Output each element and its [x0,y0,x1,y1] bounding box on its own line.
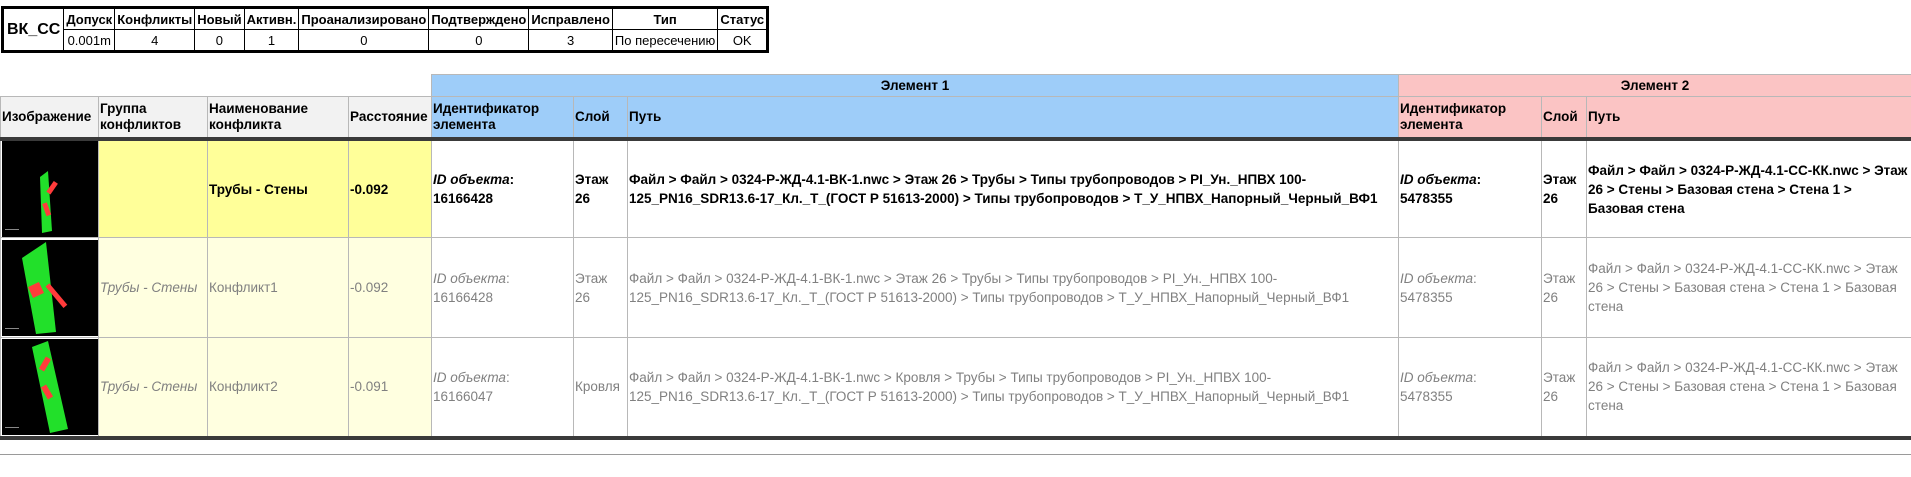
clash-name: Конфликт2 [207,337,349,440]
summary-status: OK [717,29,769,52]
e2-id-cell: ID объекта: 5478355 [1398,337,1543,440]
clash-group: Трубы - Стены [98,337,208,440]
table-row[interactable]: Трубы - Стены Конфликт1 -0.092 ID объект… [0,237,1911,338]
e1-id: 16166428 [433,289,494,305]
e1-id: 16166047 [433,388,494,404]
header-e1-id: Идентификатор элемента [431,96,574,141]
summary-header-resolved: Исправлено [528,7,613,30]
id-label: ID объекта [433,172,510,187]
header-clash-name: Наименование конфликта [207,96,349,141]
e2-layer: Этаж 26 [1541,138,1588,238]
summary-clashes: 4 [114,29,196,52]
summary-tolerance: 0.001m [63,29,116,52]
summary-header-reviewed: Проанализировано [298,7,430,30]
e1-layer: Этаж 26 [573,237,628,338]
e1-path: Файл > Файл > 0324-Р-ЖД-4.1-ВК-1.nwc > Э… [626,237,1400,338]
clash-render-icon [5,171,58,233]
e1-id: 16166428 [433,191,494,206]
summary-reviewed: 0 [298,29,430,52]
table-row[interactable]: Трубы - Стены Конфликт2 -0.091 ID объект… [0,337,1911,440]
clash-image-cell [0,337,99,440]
clash-group: Трубы - Стены [98,237,208,338]
e1-id-cell: ID объекта: 16166047 [431,337,574,440]
clash-name: Конфликт1 [207,237,349,338]
id-label: ID объекта [1400,369,1473,385]
header-e1-path: Путь [626,96,1400,141]
e2-path: Файл > Файл > 0324-Р-ЖД-4.1-СС-КК.nwc > … [1586,138,1911,238]
bottom-divider [0,454,1911,455]
summary-header-type: Тип [611,7,719,30]
summary-new: 0 [194,29,245,52]
clash-results-table: Элемент 1 Элемент 2 Изображение Группа к… [0,74,1911,440]
table-row[interactable]: Трубы - Стены -0.092 ID объекта: 16166428… [0,138,1911,238]
e2-id: 5478355 [1400,388,1453,404]
e2-path: Файл > Файл > 0324-Р-ЖД-4.1-СС-КК.nwc > … [1586,237,1911,338]
e2-id: 5478355 [1400,191,1453,206]
e2-id-cell: ID объекта: 5478355 [1398,237,1543,338]
summary-active: 1 [243,29,300,52]
e2-layer: Этаж 26 [1541,337,1588,440]
e1-path: Файл > Файл > 0324-Р-ЖД-4.1-ВК-1.nwc > Э… [626,138,1400,238]
e2-layer: Этаж 26 [1541,237,1588,338]
clash-image-cell [0,138,99,238]
header-e1-layer: Слой [573,96,628,141]
clash-thumbnail-image [2,239,98,336]
e1-layer: Кровля [573,337,628,440]
e1-id-cell: ID объекта: 16166428 [431,138,574,238]
clash-distance: -0.092 [348,237,432,338]
summary-header-clashes: Конфликты [114,7,196,30]
header-distance: Расстояние [348,96,432,141]
summary-header-new: Новый [194,7,245,30]
e2-id-cell: ID объекта: 5478355 [1398,138,1543,238]
header-e2-layer: Слой [1541,96,1588,141]
e2-id: 5478355 [1400,289,1453,305]
summary-header-active: Активн. [243,7,300,30]
clash-image-cell [0,237,99,338]
clash-group [98,138,208,238]
clash-render-icon [5,340,68,433]
header-e2-id: Идентификатор элемента [1398,96,1543,141]
summary-type: По пересечению [611,29,719,52]
clash-thumbnail-image [2,141,98,237]
e2-path: Файл > Файл > 0324-Р-ЖД-4.1-СС-КК.nwc > … [1586,337,1911,440]
summary-header-tolerance: Допуск [63,7,116,30]
id-label: ID объекта [1400,270,1473,286]
element1-group-header: Элемент 1 [430,74,1400,97]
clash-name: Трубы - Стены [207,138,349,238]
clash-distance: -0.091 [348,337,432,440]
id-label: ID объекта [433,270,506,286]
header-image: Изображение [0,96,99,141]
clash-distance: -0.092 [348,138,432,238]
e1-id-cell: ID объекта: 16166428 [431,237,574,338]
header-e2-path: Путь [1586,96,1911,141]
summary-header-approved: Подтверждено [428,7,530,30]
summary-approved: 0 [428,29,530,52]
id-label: ID объекта [1400,172,1477,187]
e1-layer: Этаж 26 [573,138,628,238]
e1-path: Файл > Файл > 0324-Р-ЖД-4.1-ВК-1.nwc > К… [626,337,1400,440]
header-clash-group: Группа конфликтов [98,96,208,141]
id-label: ID объекта [433,369,506,385]
test-name: ВК_СС [1,7,65,52]
element2-group-header: Элемент 2 [1398,74,1911,97]
clash-thumbnail-image [2,338,98,434]
clash-test-summary: ВК_СС Допуск Конфликты Новый Активн. Про… [1,6,770,53]
summary-resolved: 3 [528,29,613,52]
summary-header-status: Статус [717,7,769,30]
clash-render-icon [5,241,68,334]
